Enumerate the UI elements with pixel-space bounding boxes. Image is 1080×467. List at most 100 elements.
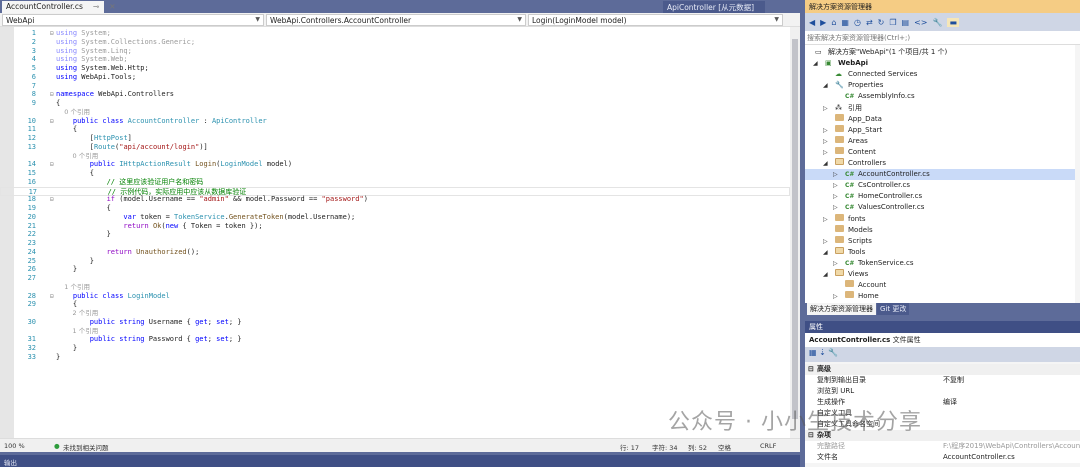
tree-item[interactable]: App_Data [805, 113, 1075, 125]
fold-toggle-icon[interactable]: ⊟ [50, 29, 54, 38]
tree-item[interactable]: ▷ Content [805, 146, 1075, 158]
class-dropdown[interactable]: WebApi.Controllers.AccountController ▼ [266, 14, 526, 26]
fold-toggle-icon[interactable]: ⊟ [50, 195, 54, 204]
tree-item[interactable]: ▷ C# AccountController.cs [805, 169, 1075, 181]
tree-item[interactable]: ▷ Scripts [805, 235, 1075, 247]
back-icon[interactable]: ◀ [809, 18, 815, 27]
expand-arrow-icon[interactable]: ▷ [823, 147, 828, 158]
property-category[interactable]: ⊟ 高级 [805, 364, 1080, 375]
collapse-arrow-icon[interactable]: ◢ [823, 80, 828, 91]
expand-arrow-icon[interactable]: ▷ [833, 258, 838, 269]
reference-count-lens[interactable]: 1 个引用 [0, 327, 790, 336]
sync-icon[interactable]: ⇄ [866, 18, 873, 27]
expand-arrow-icon[interactable]: ▷ [833, 180, 838, 191]
collapse-arrow-icon[interactable]: ◢ [823, 269, 828, 280]
zoom-level[interactable]: 100 % [4, 442, 25, 450]
member-dropdown[interactable]: Login(LoginModel model) ▼ [528, 14, 783, 26]
categorized-icon[interactable]: ▦ [809, 348, 817, 357]
property-row[interactable]: 完整路径 F:\程序2019\WebApi\Controllers\Account… [805, 441, 1080, 452]
collapse-arrow-icon[interactable]: ◢ [823, 247, 828, 258]
tab-solution-explorer[interactable]: 解决方案资源管理器 [807, 303, 876, 315]
whitespace-indicator[interactable]: 空格 [718, 442, 731, 452]
tree-item[interactable]: ▷ App_Start [805, 124, 1075, 136]
tree-item[interactable]: ◢ 🔧 Properties [805, 80, 1075, 91]
issues-status[interactable]: 未找到相关问题 [63, 442, 109, 452]
expand-arrow-icon[interactable]: ▷ [823, 236, 828, 247]
expand-arrow-icon[interactable]: ▷ [833, 191, 838, 202]
collapse-arrow-icon[interactable]: ◢ [813, 58, 818, 69]
eol-indicator[interactable]: CRLF [760, 442, 776, 450]
pending-changes-icon[interactable]: ◷ [854, 18, 861, 27]
expand-arrow-icon[interactable]: ▷ [833, 169, 838, 180]
expand-arrow-icon[interactable]: ▷ [833, 291, 838, 302]
reference-count[interactable]: 0 个引用 [56, 152, 99, 161]
collapse-icon[interactable]: ❐ [889, 18, 896, 27]
pin-icon[interactable]: ⊸ [93, 2, 99, 12]
tree-item[interactable]: ▷ C# CsController.cs [805, 180, 1075, 191]
expand-arrow-icon[interactable]: ▷ [823, 136, 828, 147]
code-view-icon[interactable]: <> [914, 18, 927, 27]
tree-item[interactable]: ◢ Views [805, 269, 1075, 280]
tree-item[interactable]: ☁ Connected Services [805, 69, 1075, 80]
tree-item[interactable]: C# AssemblyInfo.cs [805, 91, 1075, 102]
tree-item[interactable]: ◢ Tools [805, 246, 1075, 258]
code-editor[interactable]: 1 ⊟ using System; 2 using System.Collections… [0, 27, 790, 438]
fold-toggle-icon[interactable]: ⊟ [50, 160, 54, 169]
property-value[interactable]: F:\程序2019\WebApi\Controllers\AccountCont… [943, 441, 1080, 452]
fold-toggle-icon[interactable]: ⊟ [50, 90, 54, 99]
reference-count-lens[interactable]: 0 个引用 [0, 108, 790, 117]
tab-api-controller-metadata[interactable]: ApiController [从元数据] [663, 1, 765, 13]
property-row[interactable]: 文件名 AccountController.cs [805, 452, 1080, 463]
fold-toggle-icon[interactable]: ⊟ [50, 117, 54, 126]
tree-item[interactable]: ▭ 解决方案"WebApi"(1 个项目/共 1 个) [805, 47, 1075, 58]
reference-count[interactable]: 1 个引用 [56, 283, 90, 292]
solution-search-input[interactable]: 搜索解决方案资源管理器(Ctrl+;) [805, 31, 1080, 45]
collapse-arrow-icon[interactable]: ◢ [823, 158, 828, 169]
tree-item[interactable]: Models [805, 224, 1075, 236]
property-row[interactable]: 浏览到 URL [805, 386, 1080, 397]
expand-arrow-icon[interactable]: ▷ [823, 214, 828, 225]
tree-item[interactable]: Account [805, 280, 1075, 291]
vertical-scrollbar[interactable] [790, 27, 800, 438]
reference-count-lens[interactable]: 0 个引用 [0, 152, 790, 161]
preview-icon[interactable]: ▬ [947, 17, 960, 27]
property-row[interactable]: 复制到输出目录 不复制 [805, 375, 1080, 386]
property-value[interactable]: 不复制 [943, 375, 964, 386]
scrollbar-thumb[interactable] [792, 39, 798, 419]
reference-count-lens[interactable]: 1 个引用 [0, 283, 790, 292]
tree-item[interactable]: ▷ ⁂ 引用 [805, 103, 1075, 114]
expand-arrow-icon[interactable]: ▷ [823, 103, 828, 114]
property-pages-icon[interactable]: 🔧 [828, 348, 838, 357]
expand-arrow-icon[interactable]: ▷ [833, 202, 838, 213]
properties-object-selector[interactable]: AccountController.cs 文件属性 [805, 333, 1080, 347]
refresh-icon[interactable]: ↻ [878, 18, 885, 27]
reference-count[interactable]: 2 个引用 [56, 309, 99, 318]
tree-item[interactable]: ▷ fonts [805, 213, 1075, 225]
tab-account-controller[interactable]: AccountController.cs ⊸ ✕ [2, 1, 116, 13]
home-icon[interactable]: ⌂ [831, 18, 836, 27]
tree-item[interactable]: ▷ C# HomeController.cs [805, 191, 1075, 202]
property-value[interactable]: AccountController.cs [943, 452, 1015, 463]
alphabetical-icon[interactable]: ⇣ [819, 348, 826, 357]
tab-git-changes[interactable]: Git 更改 [877, 303, 910, 315]
close-icon[interactable]: ✕ [109, 2, 115, 12]
fold-toggle-icon[interactable]: ⊟ [50, 292, 54, 301]
property-value[interactable]: 编译 [943, 397, 957, 408]
tree-item[interactable]: ▷ Areas [805, 135, 1075, 147]
tree-item[interactable]: ◢ ▣ WebApi [805, 58, 1075, 69]
tree-item[interactable]: ▷ Home [805, 291, 1075, 302]
tree-item[interactable]: ◢ Controllers [805, 158, 1075, 169]
reference-count[interactable]: 0 个引用 [56, 108, 90, 117]
expand-arrow-icon[interactable]: ▷ [823, 125, 828, 136]
collapse-icon[interactable]: ⊟ [808, 364, 814, 375]
output-panel-header[interactable]: 输出 [0, 455, 800, 467]
project-dropdown[interactable]: WebApi ▼ [2, 14, 264, 26]
show-all-icon[interactable]: ▤ [902, 18, 910, 27]
reference-count-lens[interactable]: 2 个引用 [0, 309, 790, 318]
tree-item[interactable]: ▷ C# ValuesController.cs [805, 202, 1075, 213]
wrench-icon[interactable]: 🔧 [932, 18, 942, 27]
reference-count[interactable]: 1 个引用 [56, 327, 99, 336]
tree-item[interactable]: ▷ C# TokenService.cs [805, 258, 1075, 269]
switch-view-icon[interactable]: ▦ [841, 18, 849, 27]
forward-icon[interactable]: ▶ [820, 18, 826, 27]
